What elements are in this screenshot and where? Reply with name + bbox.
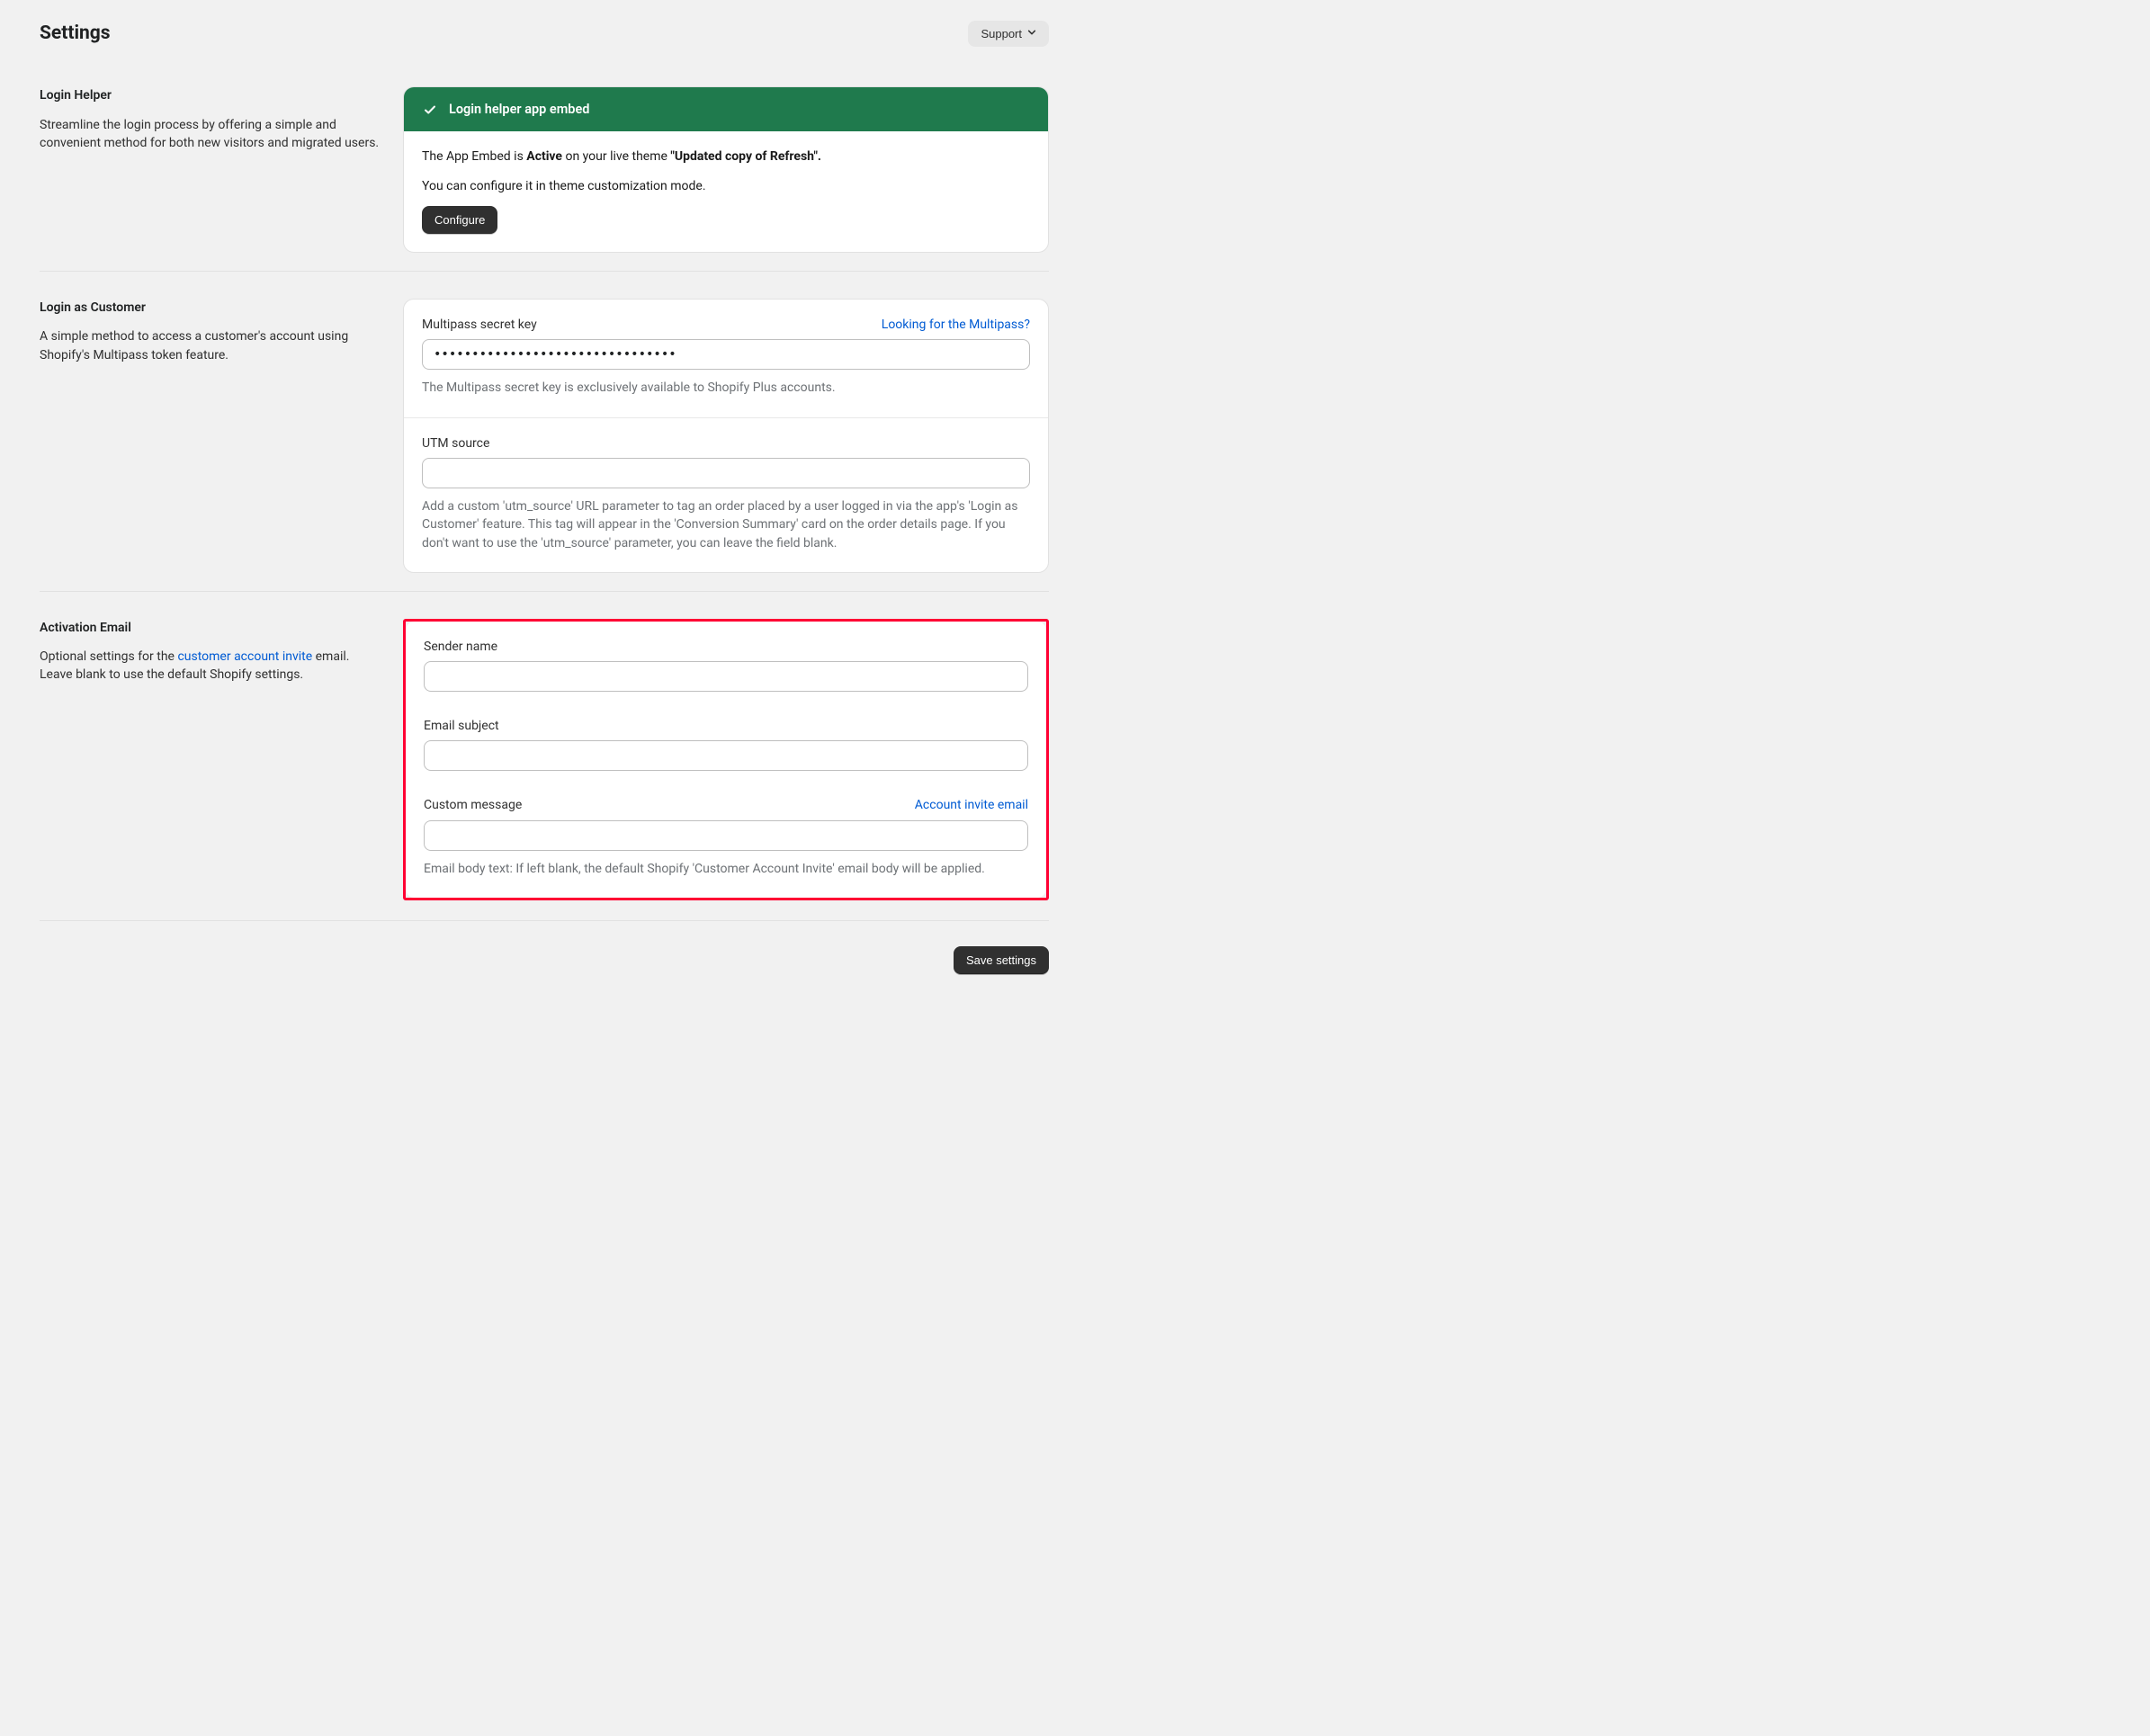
section-title: Activation Email bbox=[40, 619, 381, 637]
multipass-help-link[interactable]: Looking for the Multipass? bbox=[882, 316, 1030, 334]
sender-name-label: Sender name bbox=[424, 638, 497, 656]
app-embed-status-line: The App Embed is Active on your live the… bbox=[422, 148, 1030, 166]
section-login-as-customer: Login as Customer A simple method to acc… bbox=[40, 290, 1049, 573]
banner-header: Login helper app embed bbox=[404, 87, 1048, 131]
support-label: Support bbox=[981, 27, 1022, 40]
login-helper-card: Login helper app embed The App Embed is … bbox=[403, 86, 1049, 253]
divider bbox=[40, 920, 1049, 921]
custom-message-help: Email body text: If left blank, the defa… bbox=[424, 860, 1028, 878]
banner-title: Login helper app embed bbox=[449, 100, 589, 119]
email-subject-label: Email subject bbox=[424, 717, 499, 735]
section-activation-email: Activation Email Optional settings for t… bbox=[40, 610, 1049, 900]
multipass-secret-input[interactable] bbox=[422, 339, 1030, 370]
multipass-label: Multipass secret key bbox=[422, 316, 537, 334]
utm-source-input[interactable] bbox=[422, 458, 1030, 488]
section-title: Login Helper bbox=[40, 86, 381, 104]
utm-source-help: Add a custom 'utm_source' URL parameter … bbox=[422, 497, 1030, 552]
footer-actions: Save settings bbox=[40, 946, 1049, 974]
section-description: A simple method to access a customer's a… bbox=[40, 327, 381, 364]
theme-name: "Updated copy of Refresh". bbox=[670, 149, 821, 164]
support-button[interactable]: Support bbox=[968, 21, 1049, 47]
highlight-box: Sender name Email subject Custom message bbox=[403, 619, 1049, 900]
section-title: Login as Customer bbox=[40, 299, 381, 317]
custom-message-input[interactable] bbox=[424, 820, 1028, 851]
configure-help: You can configure it in theme customizat… bbox=[422, 177, 1030, 195]
save-settings-button[interactable]: Save settings bbox=[954, 946, 1049, 974]
section-login-helper: Login Helper Streamline the login proces… bbox=[40, 77, 1049, 253]
customer-account-invite-link[interactable]: customer account invite bbox=[177, 649, 312, 664]
account-invite-email-link[interactable]: Account invite email bbox=[915, 796, 1028, 814]
divider bbox=[40, 591, 1049, 592]
section-description: Streamline the login process by offering… bbox=[40, 116, 381, 153]
section-description: Optional settings for the customer accou… bbox=[40, 648, 381, 685]
activation-email-card: Sender name Email subject Custom message bbox=[406, 622, 1046, 898]
check-icon bbox=[422, 102, 438, 118]
configure-button[interactable]: Configure bbox=[422, 206, 497, 234]
email-subject-input[interactable] bbox=[424, 740, 1028, 771]
divider bbox=[40, 271, 1049, 272]
multipass-help-text: The Multipass secret key is exclusively … bbox=[422, 379, 1030, 397]
login-as-customer-card: Multipass secret key Looking for the Mul… bbox=[403, 299, 1049, 573]
chevron-down-icon bbox=[1027, 28, 1036, 40]
custom-message-label: Custom message bbox=[424, 796, 522, 814]
sender-name-input[interactable] bbox=[424, 661, 1028, 692]
status-active: Active bbox=[526, 149, 562, 164]
utm-source-label: UTM source bbox=[422, 434, 489, 452]
page-header: Settings Support bbox=[40, 20, 1049, 47]
page-title: Settings bbox=[40, 20, 111, 47]
